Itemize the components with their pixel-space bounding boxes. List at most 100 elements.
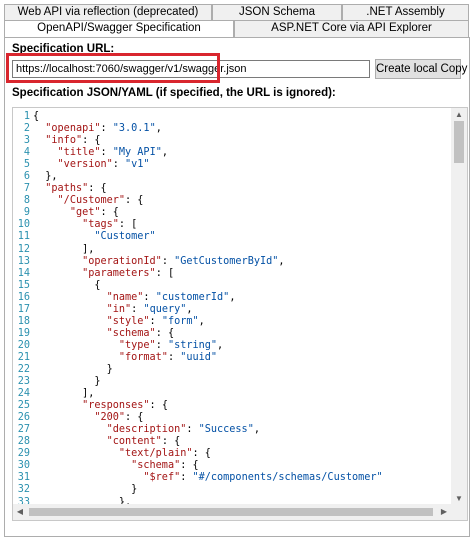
code-text: {: [33, 279, 101, 291]
line-number: 22: [17, 363, 30, 375]
code-line: 18 "style": "form",: [13, 316, 451, 328]
line-number: 10: [17, 219, 30, 231]
code-text: },: [33, 171, 58, 183]
line-number: 28: [17, 436, 30, 448]
create-local-copy-button[interactable]: Create local Copy: [375, 59, 467, 79]
code-line: 30 "schema": {: [13, 460, 451, 472]
line-number: 1: [23, 111, 30, 122]
line-number: 6: [23, 171, 30, 183]
code-line: 12 ],: [13, 244, 451, 256]
code-line: 23 }: [13, 376, 451, 388]
line-number: 16: [17, 291, 30, 303]
code-text: }: [33, 484, 138, 496]
line-number: 13: [17, 255, 30, 267]
code-text: "operationId": "GetCustomerById",: [82, 255, 285, 267]
line-number: 3: [23, 135, 30, 147]
code-line: 15 {: [13, 280, 451, 292]
code-line: 10 "tags": [: [13, 219, 451, 231]
line-number: 9: [23, 207, 30, 219]
tab-row-top: Web API via reflection (deprecated) JSON…: [4, 4, 469, 21]
code-text: }: [33, 376, 101, 388]
spec-json-label: Specification JSON/YAML (if specified, t…: [12, 87, 336, 99]
code-text: ],: [33, 243, 95, 255]
code-line: 24 ],: [13, 388, 451, 400]
code-line: 21 "format": "uuid": [13, 352, 451, 364]
tab-row-bottom: OpenAPI/Swagger Specification ASP.NET Co…: [4, 20, 469, 37]
line-number: 21: [17, 351, 30, 363]
line-number: 29: [17, 448, 30, 460]
code-line: 19 "schema": {: [13, 328, 451, 340]
code-line: 9 "get": {: [13, 207, 451, 219]
code-text: "text/plain": {: [118, 448, 211, 460]
code-line: 31 "$ref": "#/components/schemas/Custome…: [13, 472, 451, 484]
tab-web-api-reflection[interactable]: Web API via reflection (deprecated): [4, 4, 212, 21]
code-line: 2 "openapi": "3.0.1",: [13, 123, 451, 135]
line-number: 7: [23, 183, 30, 195]
scroll-up-arrow-icon[interactable]: ▲: [451, 108, 467, 122]
line-number: 5: [23, 159, 30, 171]
code-line: 28 "content": {: [13, 436, 451, 448]
code-line: 11 "Customer": [13, 231, 451, 243]
line-number: 4: [23, 147, 30, 159]
line-number: 32: [17, 484, 30, 496]
code-line: 20 "type": "string",: [13, 340, 451, 352]
code-text: "responses": {: [82, 400, 168, 412]
tab-json-schema[interactable]: JSON Schema: [212, 4, 342, 21]
code-text: "format": "uuid": [118, 351, 218, 363]
tab-aspnet-core-api-explorer[interactable]: ASP.NET Core via API Explorer: [234, 20, 469, 37]
code-line: 3 "info": {: [13, 135, 451, 147]
spec-json-editor[interactable]: 1{2 "openapi": "3.0.1", 3 "info": {4 "tit…: [12, 107, 468, 521]
line-number: 18: [17, 315, 30, 327]
code-text: "paths": {: [45, 183, 107, 195]
vertical-scroll-thumb[interactable]: [454, 121, 464, 163]
line-number: 27: [17, 424, 30, 436]
code-line: 29 "text/plain": {: [13, 448, 451, 460]
horizontal-scrollbar[interactable]: ◀ ▶: [13, 504, 451, 520]
code-text: "info": {: [45, 135, 101, 147]
vertical-scrollbar[interactable]: ▲ ▼: [451, 108, 467, 506]
code-line: 17 "in": "query",: [13, 304, 451, 316]
code-line: 26 "200": {: [13, 412, 451, 424]
line-number: 8: [23, 195, 30, 207]
code-text: "content": {: [106, 436, 181, 448]
line-number: 17: [17, 303, 30, 315]
code-line: 14 "parameters": [: [13, 268, 451, 280]
line-number: 11: [17, 231, 30, 243]
code-text: "schema": {: [131, 460, 199, 472]
line-number: 24: [17, 388, 30, 400]
code-text: {: [33, 111, 40, 122]
code-text: ],: [33, 388, 95, 400]
line-number: 31: [17, 472, 30, 484]
scroll-left-arrow-icon[interactable]: ◀: [13, 505, 27, 519]
code-line: 6 },: [13, 171, 451, 183]
code-text: "style": "form",: [106, 315, 205, 327]
line-number: 2: [23, 123, 30, 135]
code-text: "200": {: [94, 412, 144, 424]
line-number: 20: [17, 339, 30, 351]
code-text: "tags": [: [82, 219, 138, 231]
line-number: 12: [17, 243, 30, 255]
line-number: 23: [17, 376, 30, 388]
horizontal-scroll-thumb[interactable]: [29, 508, 433, 516]
code-line: 27 "description": "Success",: [13, 424, 451, 436]
line-number: 25: [17, 400, 30, 412]
code-line: 4 "title": "My API",: [13, 147, 451, 159]
scroll-right-arrow-icon[interactable]: ▶: [437, 505, 451, 519]
code-area[interactable]: 1{2 "openapi": "3.0.1", 3 "info": {4 "tit…: [13, 111, 451, 520]
code-text: "$ref": "#/components/schemas/Customer": [143, 472, 383, 484]
url-highlight-annotation: [6, 53, 220, 83]
code-text: "openapi": "3.0.1",: [45, 123, 162, 135]
code-text: "schema": {: [106, 327, 175, 339]
code-text: "version": "v1": [57, 159, 150, 171]
code-line: 7 "paths": {: [13, 183, 451, 195]
code-text: "in": "query",: [106, 303, 193, 315]
code-text: }: [33, 363, 113, 375]
tab-dotnet-assembly[interactable]: .NET Assembly: [342, 4, 469, 21]
tab-openapi-swagger[interactable]: OpenAPI/Swagger Specification: [4, 20, 234, 37]
line-number: 30: [17, 460, 30, 472]
code-line: 5 "version": "v1": [13, 159, 451, 171]
code-text: "get": {: [69, 207, 119, 219]
code-text: "name": "customerId",: [106, 291, 236, 303]
line-number: 19: [17, 327, 30, 339]
code-line: 13 "operationId": "GetCustomerById",: [13, 256, 451, 268]
